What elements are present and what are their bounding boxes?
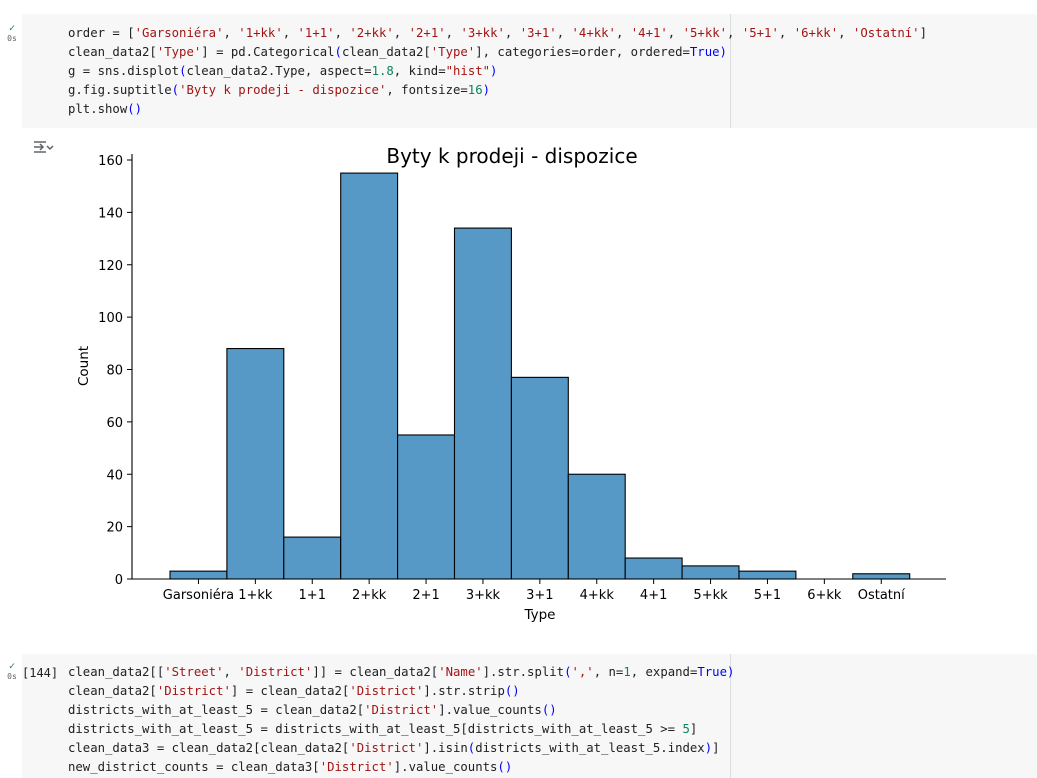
y-tick-label: 80 [106,364,123,379]
chart-title: Byty k prodeji - dispozice [386,144,637,168]
code-line: new_district_counts = clean_data3['Distr… [68,760,513,774]
code-cell-1: ✓ 0s order = ['Garsoniéra', '1+kk', '1+1… [0,0,1037,130]
histogram-bar [169,570,228,580]
histogram-bar [340,172,399,580]
x-tick-label: 6+kk [807,588,842,603]
code-line: plt.show() [68,102,143,116]
code-line: districts_with_at_least_5 = clean_data2[… [68,703,557,717]
y-tick-label: 120 [98,259,123,274]
x-tick-label: Garsoniéra [163,588,234,603]
cell-2-status: ✓ 0s [5,661,19,682]
cell-1-time: 0s [7,34,17,43]
x-tick-label: Ostatní [858,588,905,603]
histogram-bar [397,434,456,580]
success-check-icon: ✓ [8,661,16,672]
x-tick-label: 2+kk [352,588,387,603]
histogram-bar [453,227,512,580]
y-tick-label: 140 [98,206,123,221]
histogram-bar [226,348,285,580]
x-tick-label: 4+1 [640,588,667,603]
y-tick-label: 20 [106,521,123,536]
x-axis-label: Type [523,607,555,623]
x-tick-label: 3+1 [526,588,553,603]
histogram-bar [283,536,342,580]
histogram-bar [738,570,797,580]
execution-count: [144] [22,666,59,680]
y-tick-label: 100 [98,311,123,326]
histogram-bar [852,573,911,580]
histogram-chart: Byty k prodeji - dispozice Garsoniéra 1+k… [76,144,946,623]
histogram-bar [624,557,683,580]
y-tick-label: 160 [98,154,123,169]
y-axis-label: Count [76,346,92,386]
x-tick-label: 2+1 [412,588,439,603]
histogram-bar [567,473,626,580]
code-line: clean_data2[['Street', 'District']] = cl… [68,665,735,679]
code-line: g.fig.suptitle('Byty k prodeji - dispozi… [68,83,491,97]
y-tick-label: 0 [115,573,123,588]
x-tick-label: 4+kk [580,588,615,603]
cell-1-status: ✓ 0s [5,23,19,44]
code-line: order = ['Garsoniéra', '1+kk', '1+1', '2… [68,26,927,40]
x-tick-label: 1+1 [299,588,326,603]
code-line: clean_data2['Type'] = pd.Categorical(cle… [68,45,727,59]
x-tick-label: 5+kk [693,588,728,603]
y-tick-label: 60 [106,416,123,431]
y-tick-label: 40 [106,468,123,483]
histogram-bar [681,565,740,580]
code-line: districts_with_at_least_5 = districts_wi… [68,722,698,736]
code-line: clean_data3 = clean_data2[clean_data2['D… [68,741,720,755]
success-check-icon: ✓ [8,23,16,34]
x-tick-label: 5+1 [754,588,781,603]
x-tick-label: 3+kk [466,588,501,603]
code-line: g = sns.displot(clean_data2.Type, aspect… [68,64,498,78]
cell-2-time: 0s [7,672,17,681]
code-line: clean_data2['District'] = clean_data2['D… [68,684,520,698]
x-tick-label: 1+kk [238,588,273,603]
histogram-bar [510,376,569,580]
